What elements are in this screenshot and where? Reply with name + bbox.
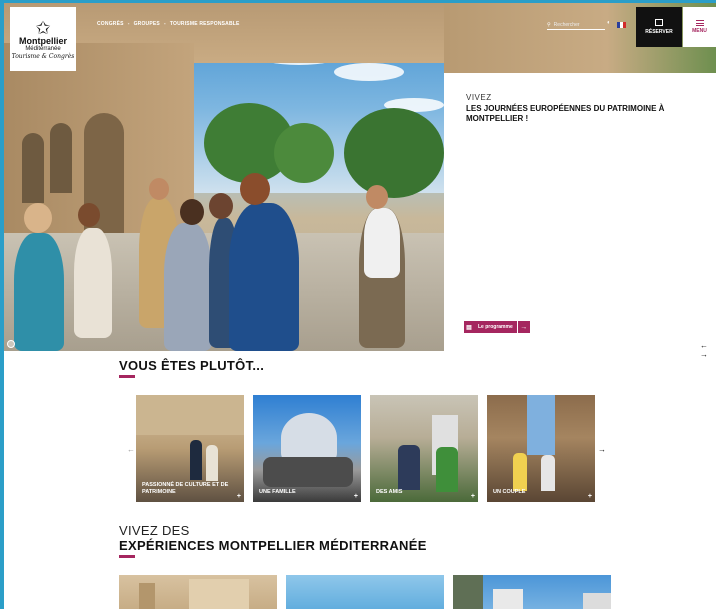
language-flag-icon[interactable]	[617, 22, 626, 28]
nav-item-congres[interactable]: CONGRÈS	[97, 21, 124, 27]
profile-card-couple[interactable]: UN COUPLE +	[487, 395, 595, 502]
plus-icon: +	[353, 493, 358, 500]
title-accent	[119, 375, 135, 378]
profile-card-label: UNE FAMILLE	[259, 489, 296, 495]
profiles-title: VOUS ÊTES PLUTÔT...	[119, 358, 265, 373]
experience-tile[interactable]	[286, 575, 444, 609]
hamburger-icon	[695, 20, 704, 26]
title-accent	[119, 555, 135, 558]
star-logo-icon: ✩	[35, 17, 51, 38]
nav-item-groupes[interactable]: GROUPES	[134, 21, 160, 27]
experiences-subtitle: VIVEZ DES	[119, 523, 190, 538]
nav-item-tourisme[interactable]: TOURISME RESPONSABLE	[170, 21, 240, 27]
nav-separator: -	[163, 21, 166, 27]
search-input[interactable]	[553, 21, 600, 28]
reserve-label: RÉSERVER	[645, 29, 673, 35]
profile-card-label: PASSIONNÉ DE CULTURE ET DE PATRIMOINE	[142, 482, 229, 495]
carousel-prev-icon[interactable]: ←	[127, 445, 135, 454]
plus-icon: +	[470, 493, 475, 500]
hero: VIVEZ LES JOURNÉES EUROPÉENNES DU PATRIM…	[4, 3, 716, 359]
experience-tile[interactable]	[119, 575, 277, 609]
book-icon: ▤	[466, 324, 472, 331]
profile-card-friends[interactable]: DES AMIS +	[370, 395, 478, 502]
plus-icon: +	[587, 493, 592, 500]
carousel-next-icon[interactable]: →	[598, 445, 606, 454]
plus-icon: +	[236, 493, 241, 500]
calendar-icon	[655, 19, 663, 26]
profile-card-culture[interactable]: PASSIONNÉ DE CULTURE ET DE PATRIMOINE +	[136, 395, 244, 502]
experience-tiles	[119, 575, 611, 609]
profile-card-family[interactable]: UNE FAMILLE +	[253, 395, 361, 502]
search-icon[interactable]: ⚲	[547, 22, 551, 28]
logo-line2: Méditerranée	[25, 45, 61, 52]
programme-label: Le programme	[478, 324, 513, 330]
site-logo[interactable]: ✩ Montpellier Méditerranée Tourisme & Co…	[10, 7, 76, 71]
menu-label: MENU	[692, 28, 707, 34]
page: VIVEZ LES JOURNÉES EUROPÉENNES DU PATRIM…	[0, 0, 716, 609]
experiences-title: EXPÉRIENCES MONTPELLIER MÉDITERRANÉE	[119, 538, 427, 553]
logo-line3: Tourisme & Congrès	[11, 52, 75, 60]
menu-button[interactable]: MENU	[683, 7, 716, 47]
arrow-right-icon: →	[516, 321, 530, 333]
hero-title[interactable]: LES JOURNÉES EUROPÉENNES DU PATRIMOINE À…	[466, 104, 696, 124]
accessibility-icon[interactable]: ◐	[607, 20, 611, 26]
reserve-button[interactable]: RÉSERVER	[636, 7, 682, 47]
programme-button[interactable]: ▤ Le programme →	[464, 321, 530, 333]
search-box: ⚲	[547, 20, 605, 30]
profile-cards: PASSIONNÉ DE CULTURE ET DE PATRIMOINE + …	[136, 395, 595, 502]
nav-separator: -	[127, 21, 130, 27]
profile-card-label: DES AMIS	[376, 489, 403, 495]
slider-dot[interactable]	[7, 340, 15, 348]
top-nav: CONGRÈS - GROUPES - TOURISME RESPONSABLE	[97, 21, 240, 27]
profile-card-label: UN COUPLE	[493, 489, 526, 495]
hero-kicker: VIVEZ	[466, 93, 492, 102]
logo-line1: Montpellier	[18, 35, 67, 46]
experience-tile[interactable]	[453, 575, 611, 609]
slider-arrows[interactable]: ← →	[700, 341, 716, 359]
